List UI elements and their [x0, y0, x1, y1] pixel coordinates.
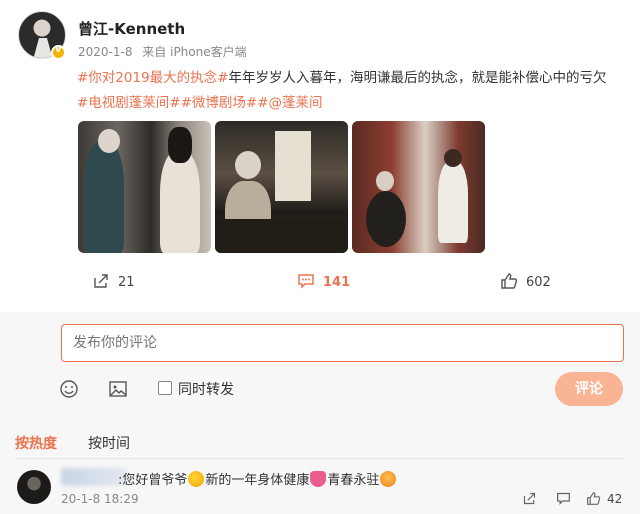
comment-like-count: 42: [607, 492, 623, 506]
surprised-emoji-icon: [188, 471, 205, 487]
hashtag-link[interactable]: #电视剧蓬莱间#: [77, 95, 181, 111]
like-button[interactable]: 602: [500, 272, 551, 290]
image-upload-button[interactable]: [108, 379, 128, 403]
author-username[interactable]: 曾江-Kenneth: [78, 18, 185, 39]
commenter-avatar[interactable]: [17, 470, 51, 504]
sort-by-time-tab[interactable]: 按时间: [88, 433, 130, 453]
bow-emoji-icon: [380, 471, 397, 487]
post-photo-1[interactable]: [78, 121, 211, 253]
repost-checkbox[interactable]: [158, 381, 172, 395]
comment-count: 141: [323, 275, 351, 290]
verified-badge-icon: [51, 44, 66, 60]
hashtag-link[interactable]: #你对2019最大的执念#: [77, 70, 228, 86]
comment-icon: [298, 274, 314, 289]
thumbs-up-icon: [501, 273, 518, 289]
post-photo-2[interactable]: [215, 121, 348, 253]
comment-text-part: 青春永驻: [327, 473, 380, 488]
comment-like-button[interactable]: [586, 491, 601, 510]
post-photo-3[interactable]: [352, 121, 485, 253]
comment-reply-button[interactable]: [556, 491, 571, 510]
sort-by-hot-tab[interactable]: 按热度: [15, 433, 57, 453]
comment-input[interactable]: [61, 324, 624, 362]
repost-label: 同时转发: [178, 382, 234, 398]
comment-text-part: :您好曾爷爷: [118, 473, 188, 488]
post-text-line-1: #你对2019最大的执念#年年岁岁人入暮年，海明谦最后的执念，就是能补偿心中的亏…: [77, 66, 606, 86]
hashtag-link[interactable]: #微博剧场#: [181, 95, 258, 111]
heart-emoji-icon: [310, 471, 327, 487]
comment-text: :您好曾爷爷 新的一年身体健康 青春永驻: [118, 469, 397, 488]
divider: [15, 458, 625, 459]
emoji-button[interactable]: [59, 379, 79, 403]
weibo-post: 曾江-Kenneth 2020-1-8 来自 iPhone客户端 #你对2019…: [0, 0, 640, 300]
like-count: 602: [526, 275, 551, 290]
submit-comment-button[interactable]: 评论: [555, 372, 623, 406]
thumbs-up-icon: [587, 492, 601, 505]
post-text-line-2: #电视剧蓬莱间##微博剧场##@蓬莱间: [77, 91, 323, 111]
post-source: 来自 iPhone客户端: [142, 45, 247, 59]
image-icon: [109, 381, 127, 397]
comment-text-part: 新的一年身体健康: [205, 473, 310, 488]
mention-link[interactable]: #@蓬莱间: [257, 95, 322, 111]
comment-icon: [557, 492, 570, 506]
comment-button[interactable]: 141: [297, 272, 350, 290]
comment-date: 20-1-8 18:29: [61, 492, 139, 506]
post-text: 年年岁岁人入暮年，海明谦最后的执念，就是能补偿心中的亏欠: [228, 70, 607, 86]
post-meta: 2020-1-8 来自 iPhone客户端: [78, 43, 247, 60]
post-date[interactable]: 2020-1-8: [78, 45, 132, 59]
share-icon: [523, 492, 536, 505]
comment-share-button[interactable]: [522, 491, 537, 510]
share-icon: [94, 274, 108, 288]
emoji-icon: [60, 380, 78, 398]
share-button[interactable]: 21: [92, 272, 135, 290]
share-count: 21: [118, 275, 135, 290]
